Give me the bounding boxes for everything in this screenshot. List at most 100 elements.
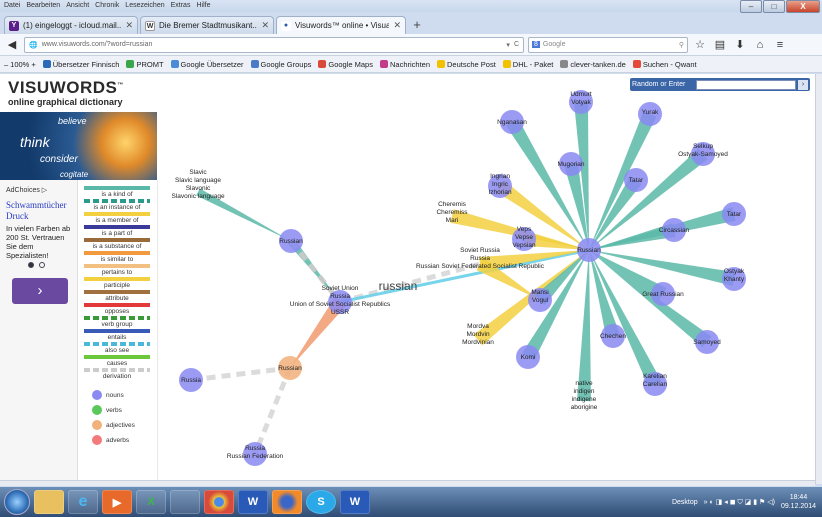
graph-edge[interactable] [577,250,591,402]
ad-next-button[interactable]: › [12,278,68,304]
graph-node-ostyak[interactable]: OstyakKhanty [722,267,746,291]
qwant-icon [632,60,641,68]
tab-wiki[interactable]: W Die Bremer Stadtmusikant... ✕ [140,16,274,34]
menu-help[interactable]: Hilfe [196,0,210,12]
excel-taskbar-icon[interactable]: X [136,490,166,514]
home-icon[interactable]: ⌂ [752,37,768,53]
search-icon[interactable]: ⚲ [679,41,684,49]
graph-svg[interactable]: russian Russian SlavicSlavic languageSlavo… [158,74,815,484]
graph-node-mansi[interactable]: MansiVogul [528,288,552,312]
menu-history[interactable]: Chronik [95,0,119,12]
legend-type-label: verbs [106,406,122,414]
site-logo[interactable]: VISUWORDS™ online graphical dictionary [0,74,157,112]
chrome-taskbar-icon[interactable] [204,490,234,514]
menu-file[interactable]: Datei [4,0,20,12]
ie-taskbar-icon[interactable]: e [68,490,98,514]
legend-swatch [84,290,150,294]
reload-icon[interactable]: C [514,41,519,48]
bookmark-item[interactable]: PROMT [126,60,164,69]
node-label: Izhorian [488,189,512,196]
bookmark-item[interactable]: Deutsche Post [437,60,496,69]
graph-node-adj-russian[interactable]: Russian [278,356,302,380]
menu-view[interactable]: Ansicht [66,0,89,12]
graph-node-slavic[interactable]: SlavicSlavic languageSlavonicSlavonic la… [171,169,225,200]
graph-node-soviet-union[interactable]: Soviet UnionRussiaUnion of Soviet Social… [290,285,391,316]
horizontal-scrollbar[interactable] [0,480,815,486]
new-tab-button[interactable]: + [408,18,426,34]
firefox-taskbar-icon[interactable] [272,490,302,514]
legend-type-label: nouns [106,391,124,399]
bookmark-item[interactable]: clever-tanken.de [560,60,626,69]
legend-label: attribute [105,295,129,302]
graph-node-russian-main[interactable]: Russian [279,229,303,253]
close-tab-icon[interactable]: ✕ [125,20,133,31]
node-label: Veps [517,226,532,233]
graph-node-karelian[interactable]: KarelianCarelian [643,372,668,396]
explorer-taskbar-icon[interactable] [34,490,64,514]
graph-node-russia-fed[interactable]: RussiaRussian Federation [227,442,284,466]
star-icon[interactable]: ☆ [692,37,708,53]
graph-node-tatar2[interactable]: Tatar [722,202,746,226]
chevron-down-icon[interactable]: ▾ [506,41,510,49]
bookmark-item[interactable]: Übersetzer Finnisch [42,60,119,69]
adchoices-label[interactable]: AdChoices ▷ [6,186,47,194]
graph-edge[interactable] [190,365,291,383]
address-bar[interactable]: 🌐 www.visuwords.com/?word=russian ▾ C [24,36,524,53]
menu-tools[interactable]: Extras [171,0,191,12]
close-window-button[interactable]: X [786,0,820,13]
media-taskbar-icon[interactable]: ▶ [102,490,132,514]
legend-swatch [84,212,150,216]
tab-mail[interactable]: Y (1) eingeloggt - icloud.mail... ✕ [4,16,138,34]
graph-edge[interactable] [252,367,293,455]
search-input[interactable]: 8 Google ⚲ [528,36,688,53]
bookmark-item[interactable]: Nachrichten [379,60,430,69]
download-icon[interactable]: ⬇ [732,37,748,53]
pager-dot[interactable] [39,262,45,268]
bookmark-label: DHL - Paket [512,59,554,69]
tab-visuwords[interactable]: ● Visuwords™ online • Visual... ✕ [276,16,406,34]
bookmark-item[interactable]: Google Groups [250,60,311,69]
node-label: Mugorian [557,161,584,168]
start-button[interactable] [4,489,30,515]
menu-icon[interactable]: ≡ [772,37,788,53]
bookmark-item[interactable]: DHL - Paket [502,59,554,69]
maximize-button[interactable]: □ [763,0,785,13]
tools-taskbar-icon[interactable] [170,490,200,514]
graph-node-native[interactable]: nativeindigenindigeneaborigine [571,380,598,411]
bookmark-item[interactable]: Suchen - Qwant [632,60,697,69]
legend-relation: is a substance of [84,238,150,250]
node-label: indigene [572,396,597,403]
word-taskbar-icon[interactable]: W [238,490,268,514]
close-tab-icon[interactable]: ✕ [261,20,269,31]
zoom-level[interactable]: –100% + [4,60,36,69]
graph-node-udmurt[interactable]: UdmurtVotyak [569,90,593,114]
center-word[interactable]: russian [379,279,418,293]
clock[interactable]: 18:44 09.12.2014 [781,493,816,511]
graph-node-chechen[interactable]: Chechen [600,324,626,348]
node-label: Carelian [643,381,668,388]
vertical-scrollbar[interactable] [815,74,822,484]
desktop-label[interactable]: Desktop [672,499,698,506]
graph-node-tatar[interactable]: Tatar [624,168,648,192]
pager-dot[interactable] [28,262,34,268]
clipboard-icon[interactable]: ▤ [712,37,728,53]
node-label: Ostyak-Samoyed [678,151,728,158]
graph-node-yurak[interactable]: Yurak [638,102,662,126]
graph-node-uigur[interactable]: IngrianIngricIzhorian [488,173,512,198]
tray-icons[interactable]: » ◐ ◨ ◂ ◼ ⛉ ◪ ▮ ⚑ ◁) [704,498,775,507]
minimize-button[interactable]: – [740,0,762,13]
bookmark-item[interactable]: Google Übersetzer [170,60,244,69]
menu-bookmarks[interactable]: Lesezeichen [125,0,164,12]
close-tab-icon[interactable]: ✕ [393,20,401,31]
word-graph[interactable]: russian Russian Slavic Slavic language Slavo… [158,74,815,484]
node-label: Cheremis [438,201,467,208]
back-button[interactable]: ◀ [4,37,20,53]
menu-edit[interactable]: Bearbeiten [26,0,60,12]
skype-taskbar-icon[interactable]: S [306,490,336,514]
graph-node-russia-left[interactable]: Russia [179,368,203,392]
graph-node-komi[interactable]: Komi [516,345,540,369]
graph-node-hub[interactable]: Russian [577,238,601,262]
bookmark-item[interactable]: Google Maps [318,60,373,69]
ad-title[interactable]: Schwammtücher Druck [6,200,77,222]
word2-taskbar-icon[interactable]: W [340,490,370,514]
